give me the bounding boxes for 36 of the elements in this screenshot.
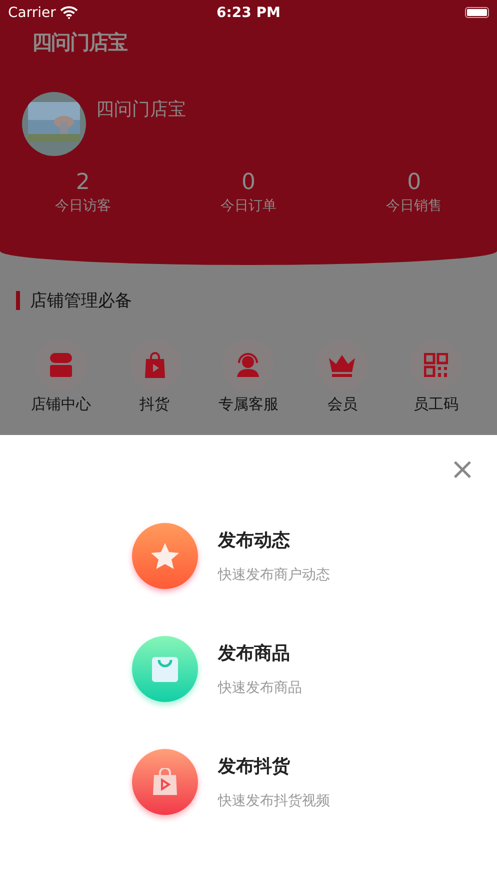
wifi-icon bbox=[60, 6, 78, 19]
tool-item[interactable]: 会员 bbox=[295, 339, 390, 414]
battery-icon bbox=[465, 7, 489, 18]
publish-subtitle: 快速发布抖货视频 bbox=[218, 792, 330, 810]
stat-label: 今日销售 bbox=[386, 197, 442, 215]
publish-subtitle: 快速发布商户动态 bbox=[218, 566, 330, 584]
publish-title[interactable]: 发布动态 bbox=[218, 528, 330, 552]
store-name: 四问门店宝 bbox=[96, 98, 186, 121]
publish-icon-button[interactable] bbox=[132, 749, 198, 815]
qr-code-icon bbox=[424, 353, 448, 377]
stat-value: 2 bbox=[76, 170, 90, 195]
stat-value: 0 bbox=[241, 170, 256, 195]
tool-item[interactable]: 抖货 bbox=[108, 339, 202, 414]
bag-icon bbox=[144, 352, 166, 378]
stat-label: 今日访客 bbox=[54, 197, 111, 215]
publish-icon-button[interactable] bbox=[132, 523, 198, 589]
tool-item[interactable]: 专属客服 bbox=[202, 339, 296, 414]
video-bag-icon bbox=[152, 768, 178, 796]
stat-label: 今日订单 bbox=[220, 197, 276, 215]
tool-item[interactable]: 店铺中心 bbox=[14, 339, 108, 414]
crown-icon bbox=[328, 353, 356, 377]
app-logo: 四问门店宝 bbox=[32, 29, 128, 56]
status-time: 6:23 PM bbox=[216, 4, 280, 20]
section-title: 店铺管理必备 bbox=[30, 290, 132, 312]
headset-icon bbox=[235, 353, 262, 377]
stat-value: 0 bbox=[407, 170, 422, 195]
tool-item[interactable]: 员工码 bbox=[389, 339, 483, 414]
close-button[interactable]: × bbox=[450, 455, 475, 485]
store-icon bbox=[48, 353, 74, 377]
publish-icon-button[interactable] bbox=[132, 636, 198, 702]
publish-title[interactable]: 发布商品 bbox=[218, 641, 302, 665]
carrier-name: Carrier bbox=[8, 4, 56, 20]
shopping-bag-icon bbox=[151, 655, 179, 683]
publish-subtitle: 快速发布商品 bbox=[218, 679, 302, 697]
star-icon bbox=[150, 542, 180, 570]
publish-title[interactable]: 发布抖货 bbox=[218, 754, 330, 778]
